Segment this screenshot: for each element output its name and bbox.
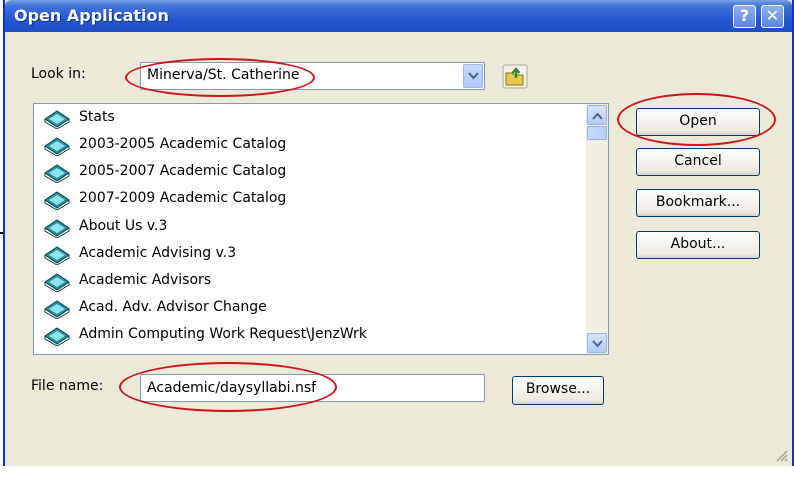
folder-up-icon[interactable] (502, 64, 528, 89)
scroll-down-button[interactable] (587, 333, 607, 353)
list-item[interactable]: About Us v.3 (40, 214, 580, 240)
list-scrollbar[interactable] (586, 104, 608, 354)
look-in-value: Minerva/St. Catherine (147, 67, 300, 83)
list-item[interactable]: 2003-2005 Academic Catalog (40, 132, 580, 158)
list-item-label: 2007-2009 Academic Catalog (79, 190, 287, 206)
database-book-icon (44, 164, 70, 183)
resize-grip-icon[interactable] (774, 448, 788, 462)
bookmark-button[interactable]: Bookmark... (636, 189, 760, 217)
database-book-icon (44, 137, 70, 156)
help-button[interactable]: ? (733, 5, 756, 28)
application-list[interactable]: Stats 2003-2005 Academic Catalog 2005-20… (33, 103, 609, 355)
database-book-icon (44, 191, 70, 210)
list-item[interactable]: Academic Advisors (40, 268, 580, 294)
database-book-icon (44, 246, 70, 265)
database-book-icon (44, 300, 70, 319)
list-item[interactable]: 2007-2009 Academic Catalog (40, 186, 580, 212)
dialog-title: Open Application (14, 6, 169, 25)
close-button[interactable]: ✕ (761, 5, 784, 28)
list-item-label: 2003-2005 Academic Catalog (79, 136, 287, 152)
open-button[interactable]: Open (636, 108, 760, 136)
list-item-label: About Us v.3 (79, 218, 168, 234)
look-in-label: Look in: (31, 66, 86, 82)
about-button[interactable]: About... (636, 231, 760, 259)
chevron-down-icon (592, 340, 603, 348)
list-item[interactable]: Acad. Adv. Advisor Change (40, 295, 580, 321)
scroll-thumb[interactable] (587, 126, 607, 140)
database-book-icon (44, 327, 70, 346)
list-item-label: 2005-2007 Academic Catalog (79, 163, 287, 179)
list-item-label: Academic Advising v.3 (79, 245, 237, 261)
list-item[interactable]: 2005-2007 Academic Catalog (40, 159, 580, 185)
file-name-input[interactable] (141, 375, 484, 401)
database-book-icon (44, 273, 70, 292)
file-name-label: File name: (31, 378, 104, 394)
list-item[interactable]: Stats (40, 105, 580, 131)
file-name-field[interactable] (140, 374, 485, 402)
chevron-down-icon[interactable] (463, 64, 483, 88)
list-item-label: Academic Advisors (79, 272, 212, 288)
list-item-label: Stats (79, 109, 115, 125)
database-book-icon (44, 110, 70, 129)
browse-button[interactable]: Browse... (512, 376, 604, 405)
database-book-icon (44, 219, 70, 238)
chevron-up-icon (592, 112, 603, 120)
list-item[interactable]: Admin Computing Work Request\JenzWrk (40, 322, 580, 348)
cancel-button[interactable]: Cancel (636, 148, 760, 176)
look-in-dropdown[interactable]: Minerva/St. Catherine (140, 62, 485, 90)
scroll-up-button[interactable] (587, 105, 607, 125)
list-item-label: Admin Computing Work Request\JenzWrk (79, 326, 367, 342)
list-item[interactable]: Academic Advising v.3 (40, 241, 580, 267)
list-item-label: Acad. Adv. Advisor Change (79, 299, 267, 315)
open-application-dialog: Open Application ? ✕ Look in: Minerva/St… (3, 0, 794, 466)
title-bar[interactable]: Open Application ? ✕ (5, 0, 792, 32)
